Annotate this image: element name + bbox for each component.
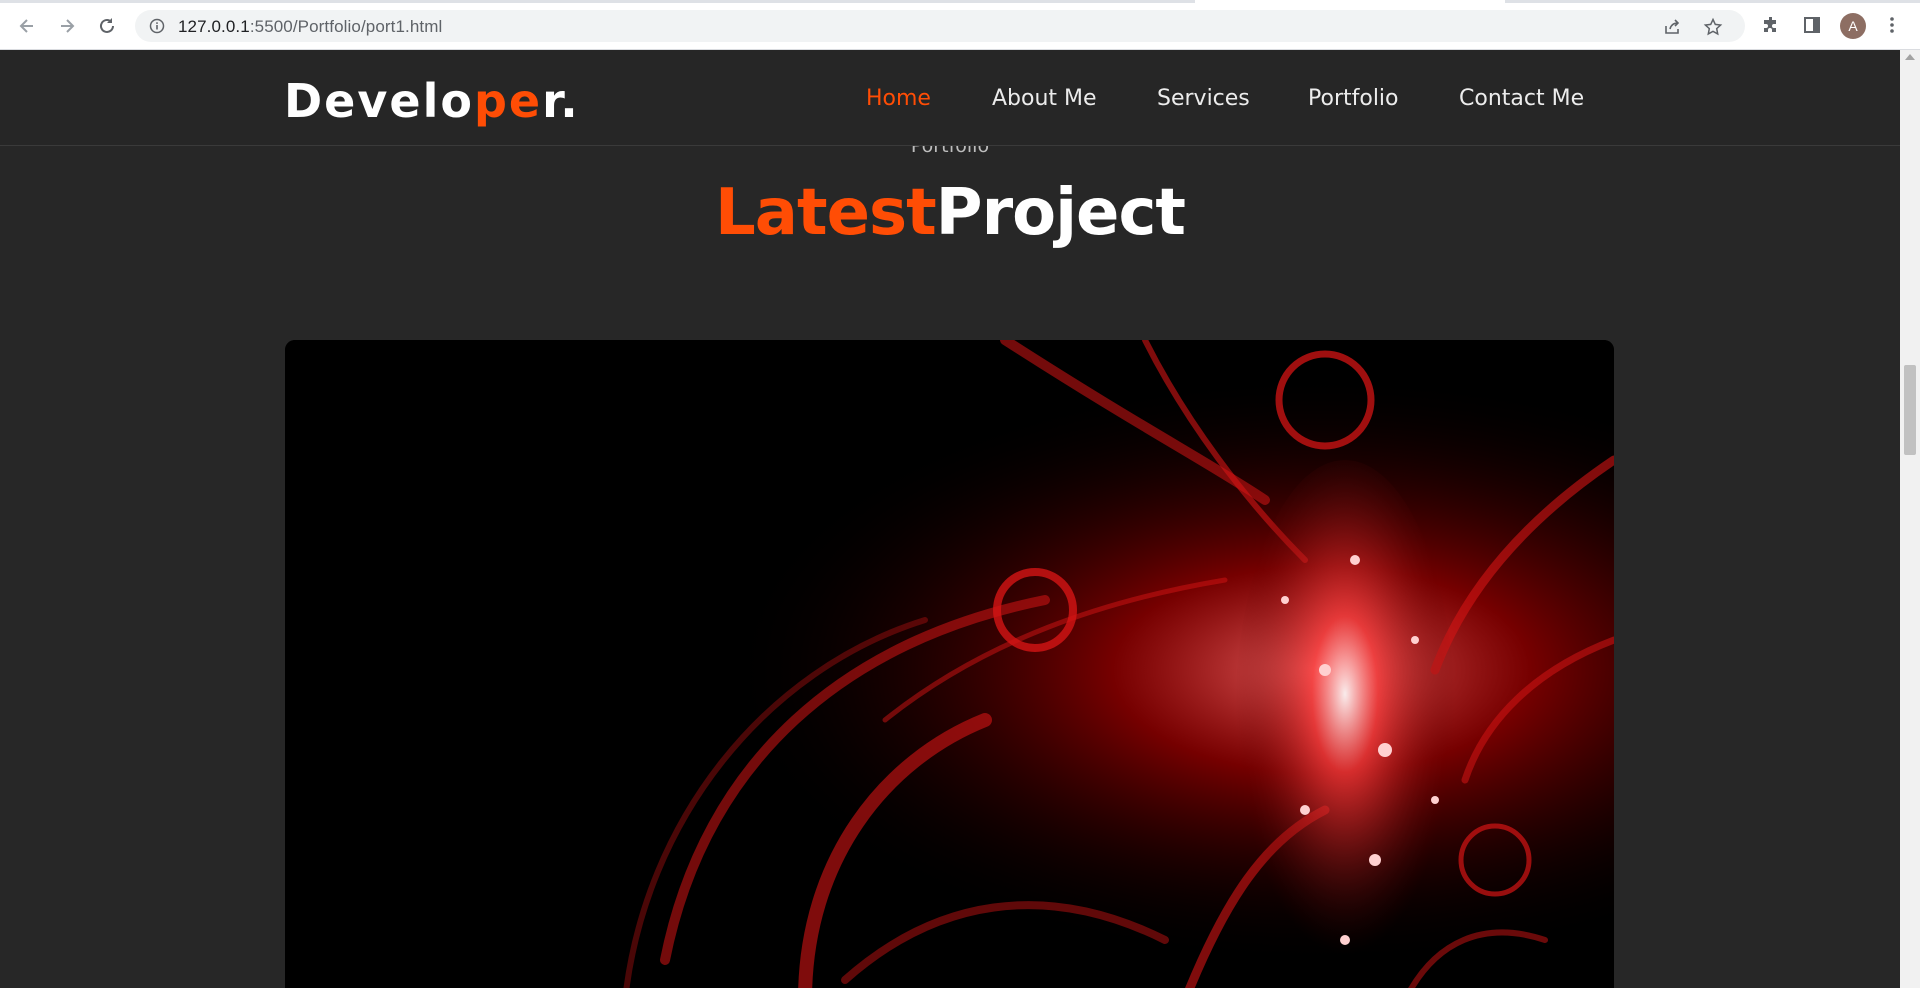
nav-portfolio[interactable]: Portfolio	[1308, 86, 1399, 111]
section-title: LatestProject	[0, 176, 1900, 250]
profile-avatar[interactable]: A	[1840, 13, 1866, 39]
logo-text-accent: pe	[473, 74, 543, 128]
logo-text-main: Develo	[284, 74, 474, 128]
back-icon[interactable]	[14, 13, 40, 39]
star-icon[interactable]	[1702, 16, 1724, 38]
nav-home[interactable]: Home	[866, 86, 931, 111]
page-content: Developer. Home About Me Services Portfo…	[0, 50, 1900, 988]
active-tab[interactable]	[1195, 0, 1505, 3]
logo-text-end: r.	[542, 74, 580, 128]
browser-toolbar: 127.0.0.1:5500/Portfolio/port1.html A	[0, 0, 1920, 50]
nav-contact-me[interactable]: Contact Me	[1459, 86, 1584, 111]
project-image[interactable]	[285, 340, 1614, 988]
site-header: Developer. Home About Me Services Portfo…	[0, 50, 1900, 146]
section-title-rest: Project	[935, 176, 1186, 250]
tab-strip	[0, 0, 1920, 3]
reload-icon[interactable]	[94, 13, 120, 39]
section-title-accent: Latest	[715, 176, 937, 250]
extensions-icon[interactable]	[1759, 13, 1783, 37]
url-host: 127.0.0.1	[178, 17, 250, 36]
page-scrollbar[interactable]	[1900, 50, 1920, 988]
scrollbar-thumb[interactable]	[1904, 365, 1916, 455]
url-text[interactable]: 127.0.0.1:5500/Portfolio/port1.html	[178, 17, 442, 37]
menu-icon[interactable]	[1880, 13, 1904, 37]
share-icon[interactable]	[1661, 16, 1683, 38]
nav-services[interactable]: Services	[1157, 86, 1250, 111]
info-icon[interactable]	[147, 16, 167, 36]
scroll-up-arrow[interactable]	[1905, 54, 1915, 60]
address-bar[interactable]: 127.0.0.1:5500/Portfolio/port1.html	[135, 10, 1745, 42]
forward-icon[interactable]	[54, 13, 80, 39]
site-logo[interactable]: Developer.	[284, 74, 580, 128]
side-panel-icon[interactable]	[1800, 13, 1824, 37]
url-path: :5500/Portfolio/port1.html	[249, 17, 443, 36]
nav-about-me[interactable]: About Me	[992, 86, 1097, 111]
